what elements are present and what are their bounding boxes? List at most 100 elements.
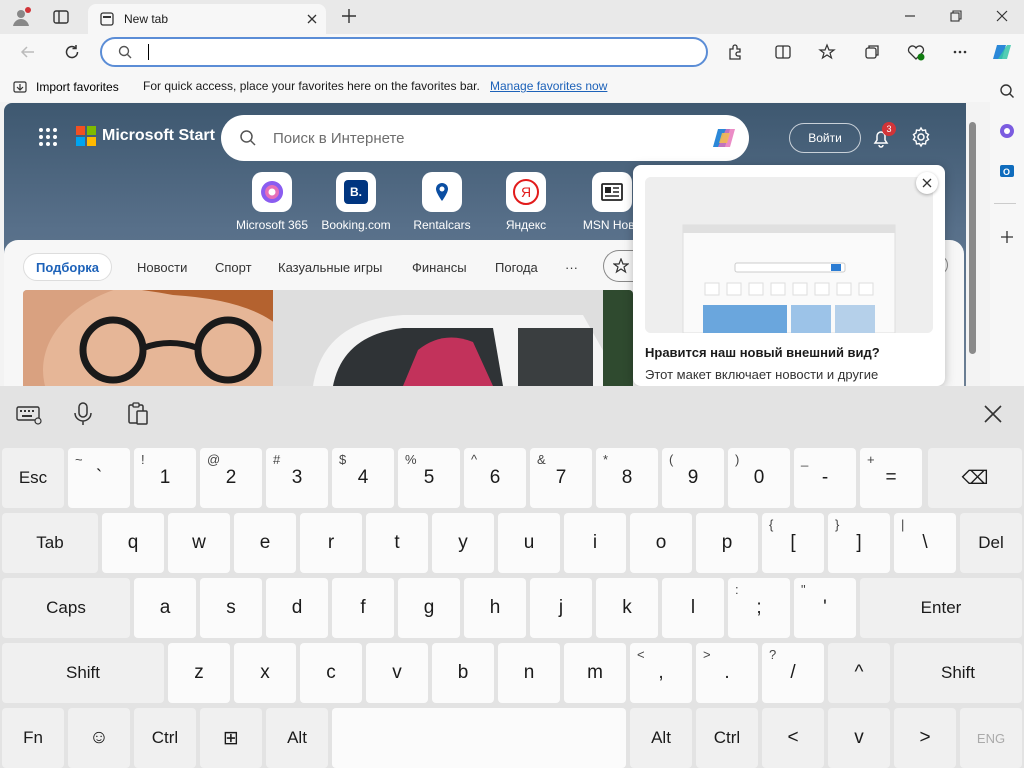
tab-actions-icon[interactable] <box>50 6 72 28</box>
key-caps[interactable]: Caps <box>2 578 130 638</box>
key-esc[interactable]: Esc <box>2 448 64 508</box>
key-v[interactable]: v <box>366 643 428 703</box>
key-4[interactable]: $4 <box>332 448 394 508</box>
more-options-icon[interactable] <box>944 36 976 68</box>
key-lbracket[interactable]: {[ <box>762 513 824 573</box>
favorites-star-icon[interactable] <box>811 36 843 68</box>
key-1[interactable]: ! 1 <box>134 448 196 508</box>
key-n[interactable]: n <box>498 643 560 703</box>
key-tab[interactable]: Tab <box>2 513 98 573</box>
key-w[interactable]: w <box>168 513 230 573</box>
key-f[interactable]: f <box>332 578 394 638</box>
split-screen-icon[interactable] <box>767 36 799 68</box>
key-lalt[interactable]: Alt <box>266 708 328 768</box>
profile-icon[interactable] <box>10 6 32 28</box>
tab-news[interactable]: Новости <box>137 253 187 281</box>
key-b[interactable]: b <box>432 643 494 703</box>
key-h[interactable]: h <box>464 578 526 638</box>
key-t[interactable]: t <box>366 513 428 573</box>
extensions-icon[interactable] <box>719 36 751 68</box>
key-grave[interactable]: ~ ` <box>68 448 130 508</box>
quicklink-yandex[interactable]: Я Яндекс <box>486 172 566 232</box>
personalize-button[interactable] <box>603 250 637 282</box>
key-2[interactable]: @2 <box>200 448 262 508</box>
quicklink-booking[interactable]: B. Booking.com <box>316 172 396 232</box>
key-8[interactable]: * 8 <box>596 448 658 508</box>
key-x[interactable]: x <box>234 643 296 703</box>
key-i[interactable]: i <box>564 513 626 573</box>
key-emoji[interactable]: ☺ <box>68 708 130 768</box>
microsoft-start-logo[interactable]: Microsoft Start <box>76 126 215 146</box>
key-l[interactable]: l <box>662 578 724 638</box>
copilot-search-icon[interactable] <box>709 123 739 153</box>
restore-button[interactable] <box>933 0 979 32</box>
import-favorites-button[interactable]: Import favorites <box>12 79 119 95</box>
key-equals[interactable]: + = <box>860 448 922 508</box>
m365-sidebar-icon[interactable] <box>992 116 1022 146</box>
key-quote[interactable]: " ' <box>794 578 856 638</box>
key-up[interactable]: ^ <box>828 643 890 703</box>
key-comma[interactable]: <, <box>630 643 692 703</box>
page-scrollbar-thumb[interactable] <box>969 122 976 354</box>
key-semicolon[interactable]: :; <box>728 578 790 638</box>
outlook-icon[interactable]: O <box>992 156 1022 186</box>
microphone-icon[interactable] <box>68 397 98 431</box>
tab-close-icon[interactable] <box>306 13 318 25</box>
tab-new-tab[interactable]: New tab <box>88 4 326 34</box>
key-left[interactable]: < <box>762 708 824 768</box>
key-6[interactable]: ^ 6 <box>464 448 526 508</box>
close-window-button[interactable] <box>979 0 1024 32</box>
key-lshift[interactable]: Shift <box>2 643 164 703</box>
key-s[interactable]: s <box>200 578 262 638</box>
manage-favorites-link[interactable]: Manage favorites now <box>490 79 607 93</box>
key-u[interactable]: u <box>498 513 560 573</box>
clipboard-icon[interactable] <box>123 397 153 431</box>
key-slash[interactable]: ? / <box>762 643 824 703</box>
page-settings-gear-icon[interactable] <box>909 125 933 149</box>
key-3[interactable]: #3 <box>266 448 328 508</box>
sidebar-add-icon[interactable] <box>992 222 1022 252</box>
key-c[interactable]: c <box>300 643 362 703</box>
signin-button[interactable]: Войти <box>789 123 861 153</box>
back-arrow-icon[interactable] <box>12 36 44 68</box>
tab-casual-games[interactable]: Казуальные игры <box>278 253 382 281</box>
key-d[interactable]: d <box>266 578 328 638</box>
tab-finance[interactable]: Финансы <box>412 253 467 281</box>
key-y[interactable]: y <box>432 513 494 573</box>
minimize-button[interactable] <box>887 0 933 32</box>
key-7[interactable]: & 7 <box>530 448 592 508</box>
tab-sport[interactable]: Спорт <box>215 253 252 281</box>
keyboard-settings-icon[interactable] <box>14 397 44 431</box>
new-tab-button[interactable] <box>338 5 360 27</box>
key-backslash[interactable]: | \ <box>894 513 956 573</box>
key-e[interactable]: e <box>234 513 296 573</box>
key-j[interactable]: j <box>530 578 592 638</box>
key-win[interactable]: ⊞ <box>200 708 262 768</box>
key-period[interactable]: >. <box>696 643 758 703</box>
app-launcher-icon[interactable] <box>38 127 58 147</box>
collections-icon[interactable] <box>856 36 888 68</box>
key-space[interactable] <box>332 708 626 768</box>
key-rctrl[interactable]: Ctrl <box>696 708 758 768</box>
key-q[interactable]: q <box>102 513 164 573</box>
browser-essentials-icon[interactable] <box>900 36 932 68</box>
key-o[interactable]: o <box>630 513 692 573</box>
key-g[interactable]: g <box>398 578 460 638</box>
key-5[interactable]: % 5 <box>398 448 460 508</box>
address-bar[interactable] <box>100 37 708 67</box>
key-del[interactable]: Del <box>960 513 1022 573</box>
key-a[interactable]: a <box>134 578 196 638</box>
key-m[interactable]: m <box>564 643 626 703</box>
refresh-icon[interactable] <box>56 36 88 68</box>
quicklink-m365[interactable]: Microsoft 365 <box>232 172 312 232</box>
key-ralt[interactable]: Alt <box>630 708 692 768</box>
key-enter[interactable]: Enter <box>860 578 1022 638</box>
key-k[interactable]: k <box>596 578 658 638</box>
news-hero-image[interactable] <box>23 290 633 386</box>
tab-more[interactable]: ··· <box>565 253 578 281</box>
key-lctrl[interactable]: Ctrl <box>134 708 196 768</box>
tab-podborka[interactable]: Подборка <box>23 253 113 281</box>
key-0[interactable]: ) 0 <box>728 448 790 508</box>
key-rbracket[interactable]: }] <box>828 513 890 573</box>
key-right[interactable]: > <box>894 708 956 768</box>
